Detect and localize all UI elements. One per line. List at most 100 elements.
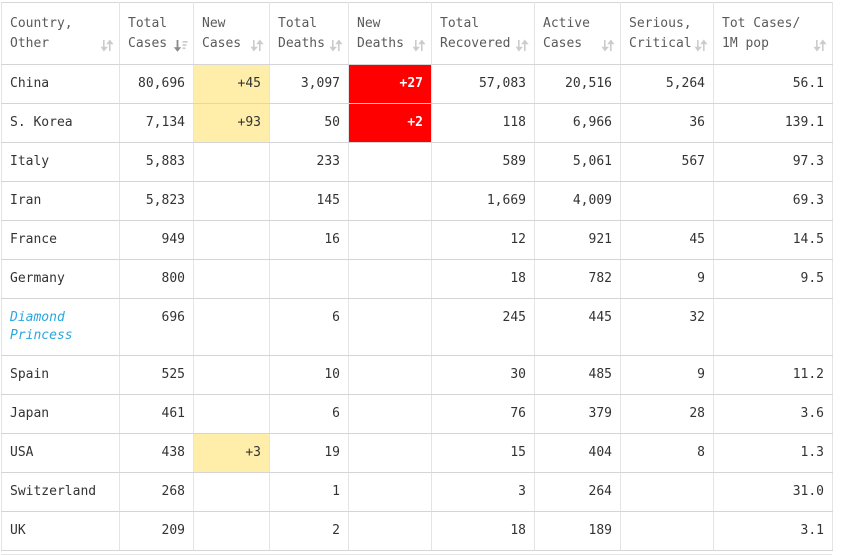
- active_cases-cell: 782: [534, 259, 621, 299]
- header-label-line2: Other: [10, 36, 50, 51]
- country-cell: China: [1, 64, 120, 104]
- table-row-usa: USA 438 +3 19 15 404 8 1.3: [1, 433, 833, 473]
- country-cell: Japan: [1, 394, 120, 434]
- serious_critical-cell: 32: [620, 298, 714, 356]
- active_cases-cell: 20,516: [534, 64, 621, 104]
- country-cell: Iran: [1, 181, 120, 221]
- header-label-line1: Total: [128, 16, 168, 31]
- total_recovered-cell: 118: [431, 103, 535, 143]
- cases_per_1m-cell: 11.2: [713, 355, 833, 395]
- new_cases-cell: +45: [193, 64, 270, 104]
- table-row-italy: Italy 5,883 233 589 5,061 567 97.3: [1, 142, 833, 182]
- new_cases-cell: [193, 355, 270, 395]
- active_cases-cell: 264: [534, 472, 621, 512]
- column-header-total_recovered[interactable]: Total Recovered: [431, 2, 535, 65]
- new_deaths-cell: [348, 259, 432, 299]
- new_cases-cell: [193, 472, 270, 512]
- active_cases-cell: 404: [534, 433, 621, 473]
- cases_per_1m-cell: 9.5: [713, 259, 833, 299]
- country-label: USA: [10, 445, 34, 460]
- serious_critical-cell: [620, 181, 714, 221]
- coronavirus-stats-page: Country, Other Total Cases New Cases Total Deat…: [0, 2, 847, 555]
- new_cases-cell: [193, 511, 270, 551]
- new_deaths-cell: [348, 298, 432, 356]
- table-row-germany: Germany 800 18 782 9 9.5: [1, 259, 833, 299]
- total_recovered-cell: 3: [431, 472, 535, 512]
- header-label-line1: Total: [440, 16, 480, 31]
- total_recovered-cell: 30: [431, 355, 535, 395]
- total_deaths-cell: 1: [269, 472, 349, 512]
- column-header-country[interactable]: Country, Other: [1, 2, 120, 65]
- total_cases-cell: 7,134: [119, 103, 194, 143]
- active_cases-cell: 4,009: [534, 181, 621, 221]
- total_cases-cell: 461: [119, 394, 194, 434]
- serious_critical-cell: 8: [620, 433, 714, 473]
- new_cases-cell: [193, 142, 270, 182]
- country-link[interactable]: Diamond Princess: [10, 310, 73, 343]
- country-cell: USA: [1, 433, 120, 473]
- country-cell: France: [1, 220, 120, 260]
- column-header-serious_critical[interactable]: Serious, Critical: [620, 2, 714, 65]
- country-label: France: [10, 232, 57, 247]
- new_cases-cell: [193, 394, 270, 434]
- total_recovered-cell: 76: [431, 394, 535, 434]
- total_cases-cell: 5,883: [119, 142, 194, 182]
- table-row-france: France 949 16 12 921 45 14.5: [1, 220, 833, 260]
- header-row: Country, Other Total Cases New Cases Total Deat…: [1, 2, 833, 65]
- table-row-uk: UK 209 2 18 189 3.1: [1, 511, 833, 551]
- table-row-switzerland: Switzerland 268 1 3 264 31.0: [1, 472, 833, 512]
- new_deaths-cell: [348, 433, 432, 473]
- new_cases-cell: [193, 298, 270, 356]
- country-label: Italy: [10, 154, 50, 169]
- header-label-line1: New: [202, 16, 226, 31]
- country-label: Iran: [10, 193, 42, 208]
- serious_critical-cell: 9: [620, 259, 714, 299]
- column-header-new_deaths[interactable]: New Deaths: [348, 2, 432, 65]
- total_deaths-cell: 50: [269, 103, 349, 143]
- column-header-total_cases[interactable]: Total Cases: [119, 2, 194, 65]
- total_deaths-cell: 6: [269, 298, 349, 356]
- country-label: S. Korea: [10, 115, 73, 130]
- new_deaths-cell: +2: [348, 103, 432, 143]
- country-cell: Diamond Princess: [1, 298, 120, 356]
- serious_critical-cell: 5,264: [620, 64, 714, 104]
- new_cases-cell: [193, 181, 270, 221]
- total_deaths-cell: 2: [269, 511, 349, 551]
- total_recovered-cell: 57,083: [431, 64, 535, 104]
- total_cases-cell: 209: [119, 511, 194, 551]
- new_deaths-cell: +27: [348, 64, 432, 104]
- cases_per_1m-cell: 69.3: [713, 181, 833, 221]
- column-header-cases_per_1m[interactable]: Tot Cases/1M pop: [713, 2, 833, 65]
- cases_per_1m-cell: 139.1: [713, 103, 833, 143]
- total_recovered-cell: 18: [431, 259, 535, 299]
- cases_per_1m-cell: 3.6: [713, 394, 833, 434]
- total_recovered-cell: 245: [431, 298, 535, 356]
- column-header-new_cases[interactable]: New Cases: [193, 2, 270, 65]
- new_deaths-cell: [348, 142, 432, 182]
- total_deaths-cell: 145: [269, 181, 349, 221]
- header-label-line1: Active: [543, 16, 590, 31]
- total_deaths-cell: 19: [269, 433, 349, 473]
- active_cases-cell: 445: [534, 298, 621, 356]
- country-cell: Germany: [1, 259, 120, 299]
- total_deaths-cell: 233: [269, 142, 349, 182]
- total_cases-cell: 438: [119, 433, 194, 473]
- column-header-total_deaths[interactable]: Total Deaths: [269, 2, 349, 65]
- country-label: China: [10, 76, 50, 91]
- total_cases-cell: 525: [119, 355, 194, 395]
- new_deaths-cell: [348, 220, 432, 260]
- country-cell: Spain: [1, 355, 120, 395]
- cases_per_1m-cell: 31.0: [713, 472, 833, 512]
- total_deaths-cell: 10: [269, 355, 349, 395]
- country-cell: S. Korea: [1, 103, 120, 143]
- column-header-active_cases[interactable]: Active Cases: [534, 2, 621, 65]
- table-row-diamond-princess: Diamond Princess 696 6 245 445 32: [1, 298, 833, 356]
- serious_critical-cell: 9: [620, 355, 714, 395]
- total_deaths-cell: 6: [269, 394, 349, 434]
- total_deaths-cell: 16: [269, 220, 349, 260]
- country-label: Germany: [10, 271, 65, 286]
- serious_critical-cell: 45: [620, 220, 714, 260]
- serious_critical-cell: [620, 472, 714, 512]
- total_deaths-cell: [269, 259, 349, 299]
- total_cases-cell: 80,696: [119, 64, 194, 104]
